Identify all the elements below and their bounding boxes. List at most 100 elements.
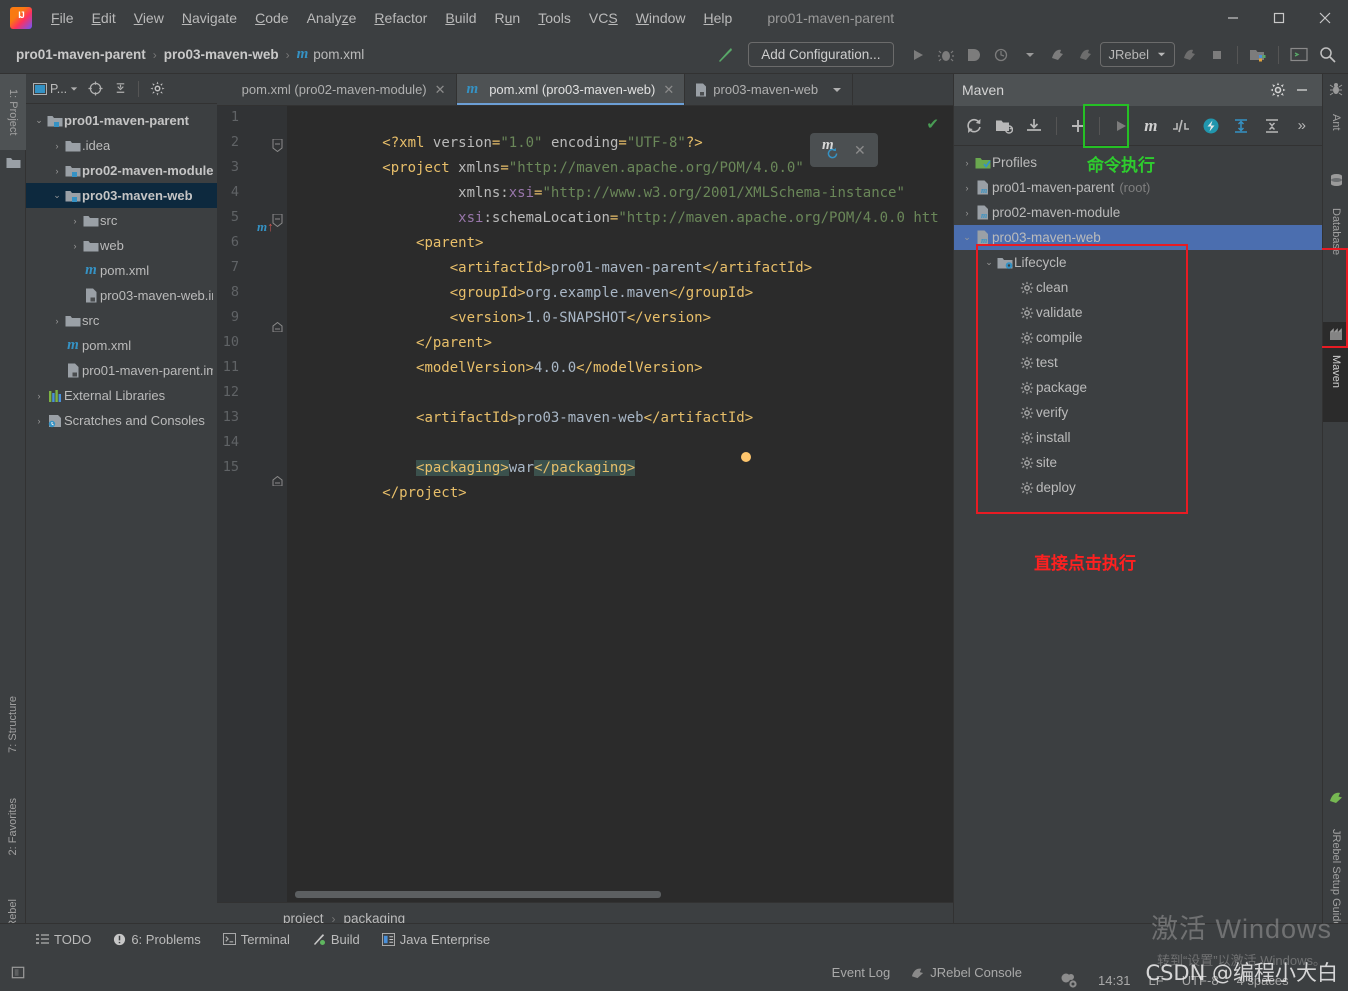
tool-window-build[interactable]: Build xyxy=(312,932,360,947)
tree-expander-icon[interactable]: ⌄ xyxy=(50,190,64,201)
jrebel-run-icon[interactable] xyxy=(1045,42,1071,68)
menu-edit[interactable]: Edit xyxy=(83,7,125,29)
tree-expander-icon[interactable]: ⌄ xyxy=(32,115,46,126)
execute-maven-goal-icon[interactable]: m xyxy=(1137,111,1165,141)
project-panel-title-dropdown[interactable]: P... xyxy=(30,80,81,98)
tab-pom-pro02[interactable]: m pom.xml (pro02-maven-module) ✕ xyxy=(209,74,457,105)
menu-file[interactable]: File xyxy=(42,7,83,29)
toggle-offline-icon[interactable] xyxy=(1197,111,1225,141)
gear-icon[interactable] xyxy=(1266,78,1290,102)
tree-expander-icon[interactable]: › xyxy=(960,158,974,168)
tree-expander-icon[interactable]: › xyxy=(960,183,974,193)
tab-close-icon[interactable]: ✕ xyxy=(435,82,446,98)
status-indent[interactable]: 4 spaces xyxy=(1237,973,1289,988)
jrebel-debug-icon[interactable] xyxy=(1073,42,1099,68)
code-text[interactable]: <?xml version="1.0" encoding="UTF-8"?> <… xyxy=(287,106,953,902)
project-tree-item[interactable]: pro01-maven-parent.iml xyxy=(26,358,217,383)
sidebar-item-project[interactable]: 1: Project xyxy=(0,74,26,150)
toggle-skip-tests-icon[interactable] xyxy=(1167,111,1195,141)
run-with-coverage-icon[interactable] xyxy=(961,42,987,68)
maven-tree-item[interactable]: site xyxy=(954,450,1322,475)
tree-expander-icon[interactable]: › xyxy=(50,141,64,151)
project-structure-icon[interactable] xyxy=(1245,42,1271,68)
tree-expander-icon[interactable]: › xyxy=(50,316,64,326)
editor-layout-icon[interactable] xyxy=(10,964,27,981)
collapse-all-icon[interactable] xyxy=(109,78,131,100)
tool-window-terminal[interactable]: Terminal xyxy=(222,932,290,947)
menu-build[interactable]: Build xyxy=(436,7,485,29)
maven-tree-item[interactable]: validate xyxy=(954,300,1322,325)
project-tree-item[interactable]: › Scratches and Consoles xyxy=(26,408,217,433)
menu-window[interactable]: Window xyxy=(627,7,695,29)
tab-close-icon[interactable]: ✕ xyxy=(663,82,674,98)
menu-vcs[interactable]: VCS xyxy=(580,7,627,29)
status-event-log[interactable]: Event Log xyxy=(832,965,891,980)
maven-tree-item[interactable]: › m pro02-maven-module xyxy=(954,200,1322,225)
maven-tree-item[interactable]: compile xyxy=(954,325,1322,350)
maven-tree-item[interactable]: deploy xyxy=(954,475,1322,500)
breadcrumb-module[interactable]: pro03-maven-web xyxy=(164,47,279,62)
menu-help[interactable]: Help xyxy=(695,7,742,29)
expand-all-icon[interactable] xyxy=(1227,111,1255,141)
chevron-down-icon[interactable] xyxy=(832,85,842,95)
project-tree-item[interactable]: › web xyxy=(26,233,217,258)
project-tree-item[interactable]: › src xyxy=(26,208,217,233)
reimport-icon[interactable] xyxy=(960,111,988,141)
fold-marker-line2[interactable] xyxy=(272,139,286,152)
maven-tree-item[interactable]: test xyxy=(954,350,1322,375)
tab-pro03-maven-web[interactable]: pro03-maven-web xyxy=(685,74,854,105)
maven-reimport-icon[interactable]: m xyxy=(822,137,844,161)
tree-expander-icon[interactable]: › xyxy=(50,166,64,176)
project-tree-item[interactable]: m pom.xml xyxy=(26,258,217,283)
debug-icon[interactable] xyxy=(933,42,959,68)
tab-pom-pro03[interactable]: m pom.xml (pro03-maven-web) ✕ xyxy=(456,74,686,105)
sidebar-item-database[interactable]: Database xyxy=(1323,191,1348,273)
tree-expander-icon[interactable]: ⌄ xyxy=(960,232,974,243)
run-icon[interactable] xyxy=(905,42,931,68)
menu-code[interactable]: Code xyxy=(246,7,297,29)
more-icon[interactable]: » xyxy=(1288,111,1316,141)
fold-marker-line15[interactable] xyxy=(272,476,286,486)
maven-tree-item[interactable]: ⌄ m pro03-maven-web xyxy=(954,225,1322,250)
menu-navigate[interactable]: Navigate xyxy=(173,7,246,29)
tool-window-todo[interactable]: TODO xyxy=(36,932,91,947)
tree-expander-icon[interactable]: › xyxy=(960,208,974,218)
minimize-button[interactable] xyxy=(1210,0,1256,36)
maven-tree-item[interactable]: › m pro01-maven-parent (root) xyxy=(954,175,1322,200)
editor-horizontal-scrollbar[interactable] xyxy=(295,891,661,898)
project-tree-item[interactable]: m pom.xml xyxy=(26,333,217,358)
download-sources-icon[interactable] xyxy=(1020,111,1048,141)
project-tree-item[interactable]: › pro02-maven-module xyxy=(26,158,217,183)
terminal-toolbar-icon[interactable] xyxy=(1286,42,1312,68)
tool-window-java-enterprise[interactable]: Java Enterprise xyxy=(381,932,490,947)
maven-tree-item[interactable]: ⌄ Lifecycle xyxy=(954,250,1322,275)
sidebar-item-ant[interactable]: Ant xyxy=(1323,100,1348,144)
maven-reimport-notification[interactable]: m ✕ xyxy=(810,133,878,167)
add-icon[interactable] xyxy=(1064,111,1092,141)
add-configuration-button[interactable]: Add Configuration... xyxy=(748,42,894,67)
maven-tree-item[interactable]: install xyxy=(954,425,1322,450)
project-tree-item[interactable]: ⌄ pro03-maven-web xyxy=(26,183,217,208)
build-hammer-icon[interactable] xyxy=(712,42,738,68)
fold-marker-line5[interactable] xyxy=(272,214,286,227)
sidebar-item-structure[interactable]: 7: Structure xyxy=(0,674,26,774)
tree-expander-icon[interactable]: ⌄ xyxy=(982,257,996,268)
menu-run[interactable]: Run xyxy=(486,7,530,29)
maximize-button[interactable] xyxy=(1256,0,1302,36)
project-tree-item[interactable]: › .idea xyxy=(26,133,217,158)
tool-window-problems[interactable]: 6: Problems xyxy=(113,932,201,947)
fold-marker-line9[interactable] xyxy=(272,322,286,332)
menu-view[interactable]: View xyxy=(125,7,173,29)
menu-tools[interactable]: Tools xyxy=(529,7,580,29)
gear-icon[interactable] xyxy=(146,78,168,100)
notification-close-icon[interactable]: ✕ xyxy=(854,142,866,159)
breadcrumb-file[interactable]: pom.xml xyxy=(313,47,364,62)
status-line-separator[interactable]: LF xyxy=(1149,973,1164,988)
jrebel-extra-icon[interactable] xyxy=(1176,42,1202,68)
tree-expander-icon[interactable]: › xyxy=(32,416,46,426)
stop-icon[interactable] xyxy=(1204,42,1230,68)
sidebar-item-favorites[interactable]: 2: Favorites xyxy=(0,774,26,880)
collapse-all-icon[interactable] xyxy=(1258,111,1286,141)
chevron-down-icon[interactable] xyxy=(1017,42,1043,68)
scroll-from-source-icon[interactable] xyxy=(84,78,106,100)
